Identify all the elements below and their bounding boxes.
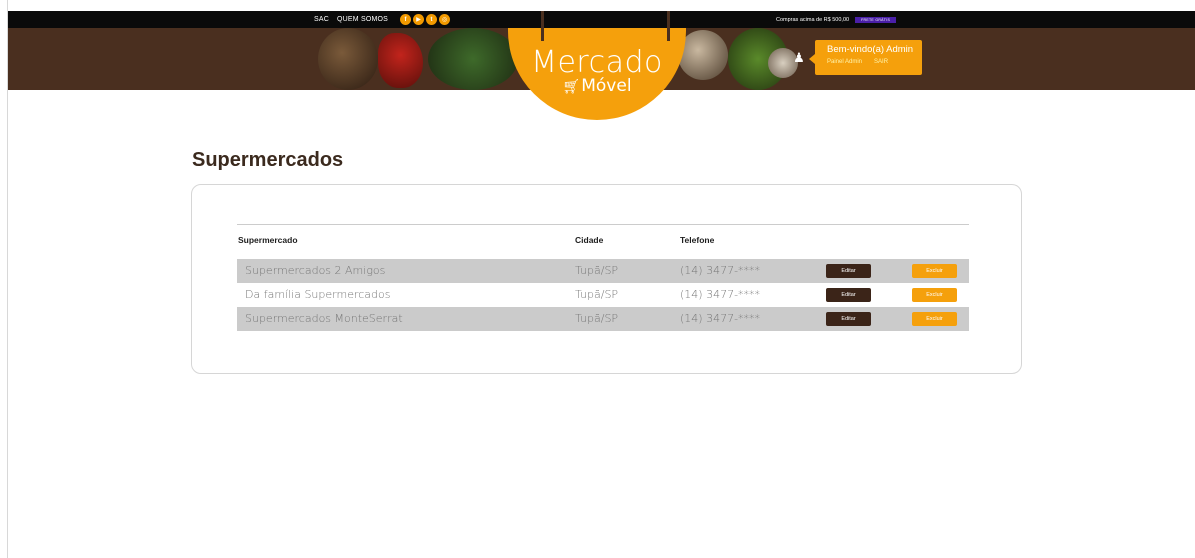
table-row: Supermercados MonteSerrat Tupã/SP (14) 3… xyxy=(237,307,969,331)
cart-icon: 🛒︎ xyxy=(562,79,581,95)
delete-button[interactable]: Excluir xyxy=(912,264,957,278)
header-telefone: Telefone xyxy=(680,235,715,245)
edit-button[interactable]: Editar xyxy=(826,312,871,326)
free-shipping-badge: FRETE GRÁTIS xyxy=(855,16,897,23)
user-links: Painel Admin SAIR xyxy=(827,59,910,65)
logo-subtitle: 🛒︎Móvel xyxy=(508,77,686,96)
cell-phone: (14) 3477-**** xyxy=(680,288,761,301)
logo-hanger xyxy=(667,11,670,41)
promo: Compras acima de R$ 500,00 FRETE GRÁTIS xyxy=(776,11,897,28)
banner-vegetable xyxy=(378,33,423,88)
logo-title: Mercado xyxy=(531,45,663,80)
logout-link[interactable]: SAIR xyxy=(874,59,888,65)
twitter-icon[interactable]: t xyxy=(426,14,438,25)
cell-phone: (14) 3477-**** xyxy=(680,264,761,277)
instagram-icon[interactable]: ◎ xyxy=(439,14,451,25)
cell-city: Tupã/SP xyxy=(575,288,619,301)
cell-phone: (14) 3477-**** xyxy=(680,312,761,325)
table-row: Supermercados 2 Amigos Tupã/SP (14) 3477… xyxy=(237,259,969,283)
promo-text: Compras acima de R$ 500,00 xyxy=(776,16,850,23)
table-row: Da família Supermercados Tupã/SP (14) 34… xyxy=(237,283,969,307)
table-header: Supermercado Cidade Telefone xyxy=(237,225,969,259)
header-supermercado: Supermercado xyxy=(238,235,298,245)
admin-panel-link[interactable]: Painel Admin xyxy=(827,59,862,65)
facebook-icon[interactable]: f xyxy=(400,14,412,25)
edit-button[interactable]: Editar xyxy=(826,288,871,302)
user-icon[interactable]: ♟ xyxy=(791,50,807,66)
logo-subtitle-text: Móvel xyxy=(581,76,632,96)
welcome-text: Bem-vindo(a) Admin xyxy=(827,44,914,55)
banner-vegetable xyxy=(318,28,378,90)
edit-button[interactable]: Editar xyxy=(826,264,871,278)
cell-city: Tupã/SP xyxy=(575,312,619,325)
logo-hanger xyxy=(541,11,544,41)
page-title: Supermercados xyxy=(192,149,344,171)
cell-name: Da família Supermercados xyxy=(245,288,391,301)
delete-button[interactable]: Excluir xyxy=(912,288,957,302)
banner-vegetable xyxy=(428,28,518,90)
header-cidade: Cidade xyxy=(575,235,604,245)
top-nav: SAC QUEM SOMOS f ▶ t ◎ xyxy=(314,11,451,28)
social-links: f ▶ t ◎ xyxy=(400,14,451,25)
youtube-icon[interactable]: ▶ xyxy=(413,14,425,25)
cell-name: Supermercados 2 Amigos xyxy=(245,264,386,277)
quem-somos-link[interactable]: QUEM SOMOS xyxy=(337,16,388,23)
sac-link[interactable]: SAC xyxy=(314,16,329,23)
cell-name: Supermercados MonteSerrat xyxy=(245,312,403,325)
window-edge xyxy=(0,0,8,558)
supermarkets-table: Supermercado Cidade Telefone Supermercad… xyxy=(237,224,969,331)
cell-city: Tupã/SP xyxy=(575,264,619,277)
top-bar: SAC QUEM SOMOS f ▶ t ◎ Compras acima de … xyxy=(8,11,1195,28)
delete-button[interactable]: Excluir xyxy=(912,312,957,326)
welcome-box: Bem-vindo(a) Admin Painel Admin SAIR xyxy=(809,40,922,75)
